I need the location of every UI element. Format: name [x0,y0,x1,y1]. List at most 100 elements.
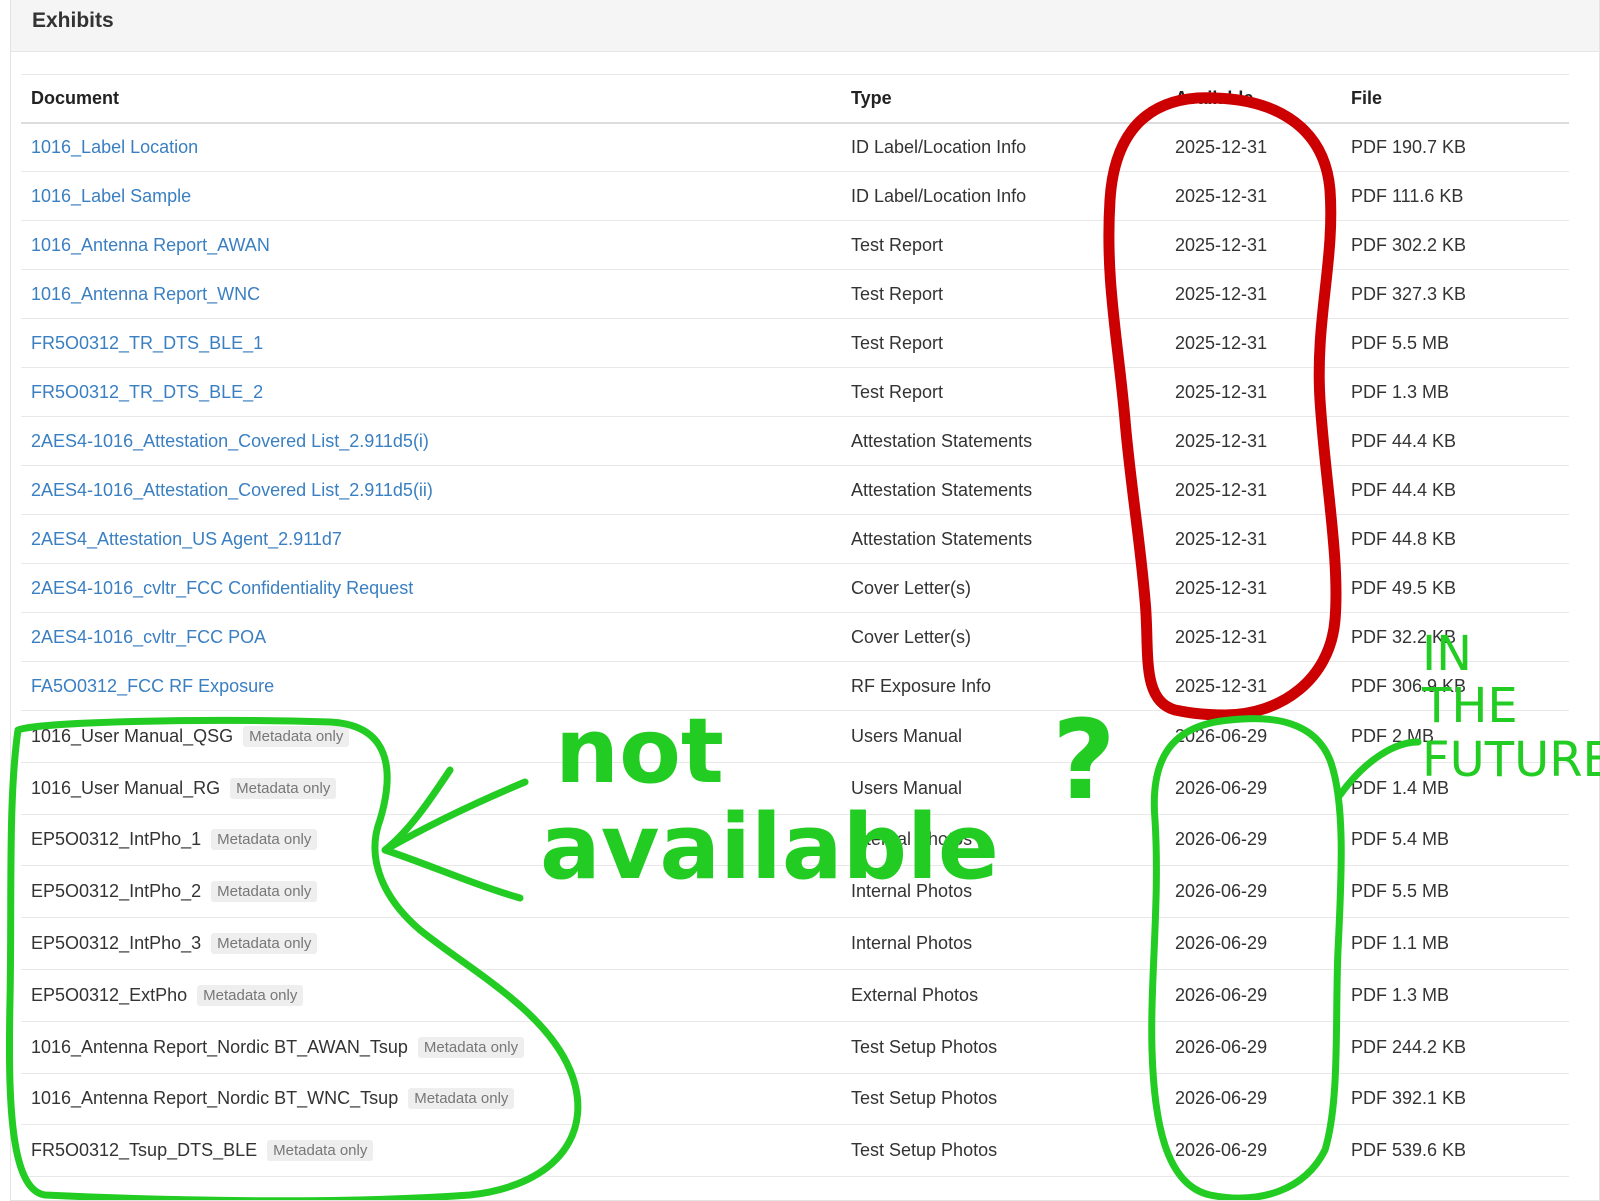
file-cell: PDF 2 MB [1341,710,1569,763]
table-row: 2AES4-1016_cvltr_FCC Confidentiality Req… [21,563,1569,613]
file-cell: PDF 49.5 KB [1341,563,1569,613]
document-link[interactable]: 1016_Label Location [31,137,198,157]
type-cell: Attestation Statements [841,465,1165,515]
document-link[interactable]: FA5O0312_FCC RF Exposure [31,676,274,696]
file-cell: PDF 327.3 KB [1341,269,1569,319]
column-header-document[interactable]: Document [21,74,841,124]
document-cell: EP5O0312_ExtPho Metadata only [21,969,841,1022]
document-cell: 1016_Antenna Report_Nordic BT_AWAN_Tsup M… [21,1021,841,1074]
file-cell: PDF 44.8 KB [1341,514,1569,564]
document-cell: FR5O0312_Tsup_DTS_BLE Metadata only [21,1124,841,1178]
available-date-cell: 2025-12-31 [1165,318,1341,368]
table-row: EP5O0312_IntPho_3 Metadata only Internal P… [21,917,1569,970]
document-cell: 1016_Label Location [21,122,841,172]
file-cell: PDF 5.5 MB [1341,865,1569,919]
document-cell: 2AES4-1016_Attestation_Covered List_2.91… [21,416,841,466]
file-cell: PDF 392.1 KB [1341,1073,1569,1126]
table-row: 2AES4_Attestation_US Agent_2.911d7 Attest… [21,514,1569,564]
document-cell: FA5O0312_FCC RF Exposure [21,661,841,711]
table-row: 1016_Label Location ID Label/Location Inf… [21,122,1569,172]
file-cell: PDF 44.4 KB [1341,416,1569,466]
file-cell: PDF 5.4 MB [1341,814,1569,867]
document-link[interactable]: 2AES4_Attestation_US Agent_2.911d7 [31,529,342,549]
document-link[interactable]: 1016_Label Sample [31,186,191,206]
exhibits-table: Document Type Available File 1016_Label … [21,74,1569,1178]
document-name: 1016_User Manual_QSG [31,725,234,746]
available-date-cell: 2026-06-29 [1165,1124,1341,1178]
document-cell: 1016_Antenna Report_Nordic BT_WNC_Tsup Me… [21,1073,841,1126]
file-cell: PDF 5.5 MB [1341,318,1569,368]
file-cell: PDF 1.3 MB [1341,367,1569,417]
table-row: 1016_Label Sample ID Label/Location Info 2… [21,171,1569,221]
available-date-cell: 2025-12-31 [1165,367,1341,417]
table-row: FR5O0312_Tsup_DTS_BLE Metadata only Test S… [21,1124,1569,1178]
file-cell: PDF 32.2 KB [1341,612,1569,662]
available-date-cell: 2026-06-29 [1165,865,1341,919]
file-cell: PDF 111.6 KB [1341,171,1569,221]
metadata-only-badge: Metadata only [230,777,337,799]
type-cell: Attestation Statements [841,514,1165,564]
document-cell: 2AES4-1016_cvltr_FCC Confidentiality Req… [21,563,841,613]
document-name: 1016_Antenna Report_Nordic BT_WNC_Tsup [31,1088,399,1109]
document-cell: 1016_User Manual_RG Metadata only [21,762,841,815]
metadata-only-badge: Metadata only [408,1088,515,1110]
type-cell: Internal Photos [841,917,1165,970]
available-date-cell: 2026-06-29 [1165,814,1341,867]
document-cell: 2AES4-1016_cvltr_FCC POA [21,612,841,662]
metadata-only-badge: Metadata only [197,984,304,1006]
available-date-cell: 2025-12-31 [1165,416,1341,466]
table-row: 1016_User Manual_QSG Metadata only Users M… [21,710,1569,763]
available-date-cell: 2025-12-31 [1165,269,1341,319]
document-link[interactable]: 2AES4-1016_Attestation_Covered List_2.91… [31,480,433,500]
type-cell: Users Manual [841,762,1165,815]
table-row: FR5O0312_TR_DTS_BLE_1 Test Report 2025-12-… [21,318,1569,368]
document-link[interactable]: 2AES4-1016_cvltr_FCC Confidentiality Req… [31,578,413,598]
table-row: EP5O0312_IntPho_1 Metadata only Internal P… [21,814,1569,867]
available-date-cell: 2026-06-29 [1165,1073,1341,1126]
document-cell: FR5O0312_TR_DTS_BLE_2 [21,367,841,417]
type-cell: ID Label/Location Info [841,122,1165,172]
table-row: FR5O0312_TR_DTS_BLE_2 Test Report 2025-12-… [21,367,1569,417]
type-cell: Internal Photos [841,865,1165,919]
document-name: 1016_User Manual_RG [31,777,221,798]
metadata-only-badge: Metadata only [243,725,350,747]
document-link[interactable]: FR5O0312_TR_DTS_BLE_1 [31,333,263,353]
table-row: 2AES4-1016_cvltr_FCC POA Cover Letter(s) 2… [21,612,1569,662]
available-date-cell: 2026-06-29 [1165,762,1341,815]
type-cell: Test Report [841,318,1165,368]
file-cell: PDF 302.2 KB [1341,220,1569,270]
metadata-only-badge: Metadata only [267,1140,374,1162]
table-header-row: Document Type Available File [21,74,1569,124]
available-date-cell: 2026-06-29 [1165,969,1341,1022]
type-cell: Test Report [841,220,1165,270]
document-link[interactable]: FR5O0312_TR_DTS_BLE_2 [31,382,263,402]
document-name: EP5O0312_IntPho_3 [31,933,202,954]
document-name: EP5O0312_ExtPho [31,984,188,1005]
file-cell: PDF 306.9 KB [1341,661,1569,711]
available-date-cell: 2025-12-31 [1165,514,1341,564]
type-cell: ID Label/Location Info [841,171,1165,221]
document-cell: FR5O0312_TR_DTS_BLE_1 [21,318,841,368]
document-name: EP5O0312_IntPho_1 [31,829,202,850]
column-header-available[interactable]: Available [1165,74,1341,124]
available-date-cell: 2025-12-31 [1165,171,1341,221]
file-cell: PDF 190.7 KB [1341,122,1569,172]
table-row: 1016_Antenna Report_Nordic BT_WNC_Tsup Me… [21,1073,1569,1126]
document-link[interactable]: 2AES4-1016_Attestation_Covered List_2.91… [31,431,429,451]
type-cell: Test Setup Photos [841,1124,1165,1178]
document-link[interactable]: 1016_Antenna Report_AWAN [31,235,270,255]
column-header-file[interactable]: File [1341,74,1569,124]
file-cell: PDF 1.1 MB [1341,917,1569,970]
column-header-type[interactable]: Type [841,74,1165,124]
document-link[interactable]: 1016_Antenna Report_WNC [31,284,260,304]
document-link[interactable]: 2AES4-1016_cvltr_FCC POA [31,627,266,647]
document-name: FR5O0312_Tsup_DTS_BLE [31,1140,258,1161]
document-cell: EP5O0312_IntPho_3 Metadata only [21,917,841,970]
type-cell: RF Exposure Info [841,661,1165,711]
available-date-cell: 2025-12-31 [1165,220,1341,270]
file-cell: PDF 244.2 KB [1341,1021,1569,1074]
document-cell: EP5O0312_IntPho_1 Metadata only [21,814,841,867]
type-cell: Cover Letter(s) [841,563,1165,613]
document-cell: 1016_Label Sample [21,171,841,221]
metadata-only-badge: Metadata only [417,1036,525,1058]
